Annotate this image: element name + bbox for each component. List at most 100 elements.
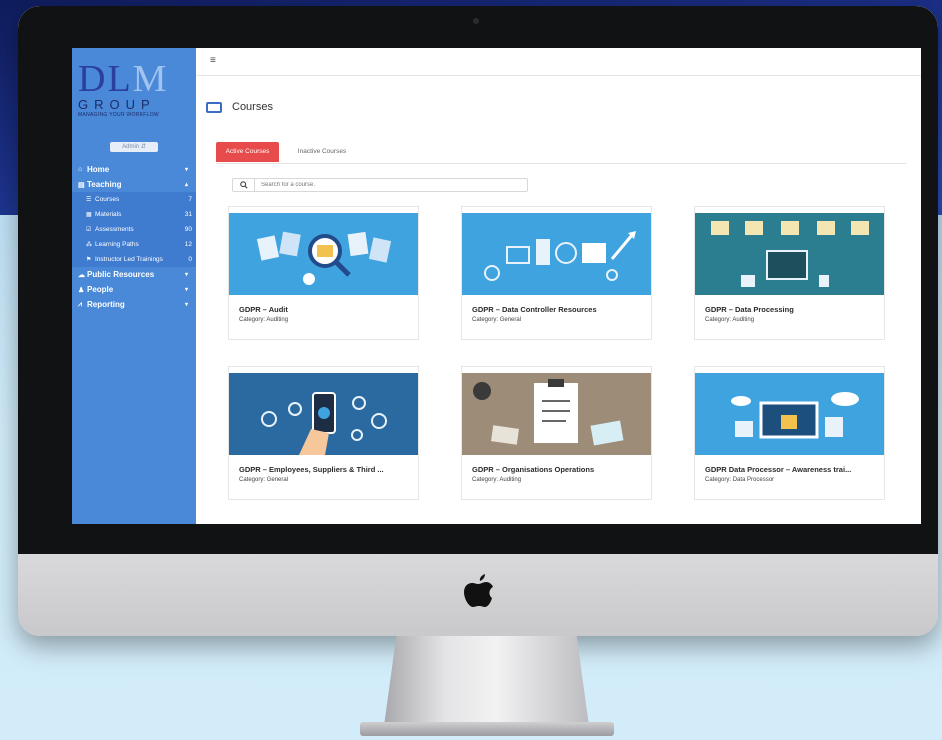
count-badge: 7 (188, 196, 192, 203)
course-name: GDPR Data Processor – Awareness trai... (705, 465, 852, 474)
course-category: Category: Auditing (239, 317, 288, 323)
page-header: Courses (206, 92, 906, 122)
category-prefix: Category: (472, 477, 499, 483)
chevron-down-icon: ▾ (184, 287, 188, 293)
count-badge: 90 (184, 226, 192, 233)
app-screen: DLM GROUP MANAGING YOUR WORKFLOW Admin ⇵… (72, 48, 921, 524)
category-prefix: Category: (705, 477, 732, 483)
category-value: General (266, 477, 289, 483)
course-name: GDPR – Organisations Operations (472, 465, 595, 474)
sidebar-subitem-label: Instructor Led Trainings (95, 256, 163, 263)
sidebar-subitem-label: Materials (95, 211, 122, 218)
logo-letters: DL (78, 58, 133, 100)
document-icon: ▦ (86, 212, 92, 218)
sidebar-subitem-label: Courses (95, 196, 120, 203)
category-value: Data Processor (732, 477, 775, 483)
logo-letter-m: M (132, 58, 169, 100)
sidebar-item-label: Public Resources (87, 270, 155, 279)
page-title: Courses (232, 101, 273, 113)
course-category: Category: Auditing (472, 477, 521, 483)
course-tabs: Active Courses Inactive Courses (216, 142, 906, 164)
course-thumbnail-audit (229, 213, 418, 295)
monitor-stand (384, 636, 589, 726)
sidebar-item-home[interactable]: ⌂ Home ▾ (72, 162, 196, 177)
tab-inactive-courses[interactable]: Inactive Courses (290, 142, 354, 162)
course-category: Category: General (472, 317, 521, 323)
course-name: GDPR – Data Controller Resources (472, 305, 597, 314)
course-category: Category: Auditing (705, 317, 754, 323)
search-box (232, 178, 528, 192)
chevron-down-icon: ▾ (184, 302, 188, 308)
courses-icon (206, 101, 222, 113)
apple-logo-icon (464, 574, 493, 607)
count-badge: 0 (188, 256, 192, 263)
category-prefix: Category: (705, 317, 732, 323)
book-icon: ▤ (78, 181, 85, 189)
logo-group: GROUP (78, 97, 156, 112)
hamburger-icon[interactable]: ≡ (210, 55, 216, 66)
category-value: Auditing (266, 317, 289, 323)
sidebar-subitem-label: Learning Paths (95, 241, 139, 248)
sidebar-subitem-label: Assessments (95, 226, 134, 233)
course-name: GDPR – Data Processing (705, 305, 794, 314)
course-name: GDPR – Employees, Suppliers & Third ... (239, 465, 384, 474)
sidebar-item-people[interactable]: ♟ People ▾ (72, 282, 196, 297)
sidebar-item-label: People (87, 285, 114, 294)
course-category: Category: Data Processor (705, 477, 774, 483)
category-value: Auditing (732, 317, 755, 323)
camera-dot (473, 18, 479, 24)
sidebar-subitem-courses[interactable]: ☰ Courses 7 (72, 192, 196, 207)
course-thumbnail-data-processor (695, 373, 884, 455)
search-button[interactable] (233, 179, 255, 191)
course-card[interactable]: GDPR – Data Controller Resources Categor… (461, 206, 652, 340)
course-thumbnail-operations (462, 373, 651, 455)
sidebar-subitem-materials[interactable]: ▦ Materials 31 (72, 207, 196, 222)
category-prefix: Category: (239, 317, 266, 323)
sidebar-subitem-instructor-led[interactable]: ⚑ Instructor Led Trainings 0 (72, 252, 196, 267)
category-prefix: Category: (472, 317, 499, 323)
category-prefix: Category: (239, 477, 266, 483)
chart-icon: ⩘ (78, 300, 82, 308)
person-icon: ♟ (78, 286, 85, 294)
cloud-icon: ☁ (78, 271, 85, 279)
category-value: Auditing (499, 477, 522, 483)
sidebar: DLM GROUP MANAGING YOUR WORKFLOW Admin ⇵… (72, 48, 196, 524)
sidebar-item-teaching[interactable]: ▤ Teaching ▴ (72, 177, 196, 192)
sidebar-item-reporting[interactable]: ⩘ Reporting ▾ (72, 297, 196, 312)
sidebar-subitem-assessments[interactable]: ☑ Assessments 90 (72, 222, 196, 237)
chevron-down-icon: ▾ (184, 272, 188, 278)
dlm-logo: DLM GROUP MANAGING YOUR WORKFLOW (78, 60, 190, 122)
chevron-down-icon: ▾ (184, 167, 188, 173)
role-select[interactable]: Admin ⇵ (110, 142, 158, 152)
top-bar: ≡ (196, 48, 921, 76)
course-card[interactable]: GDPR – Employees, Suppliers & Third ... … (228, 366, 419, 500)
course-card[interactable]: GDPR – Organisations Operations Category… (461, 366, 652, 500)
monitor-stand-base (360, 722, 614, 736)
course-thumbnail-data-processing (695, 213, 884, 295)
sidebar-item-label: Home (87, 165, 110, 174)
sidebar-nav: ⌂ Home ▾ ▤ Teaching ▴ ☰ Courses 7 ▦ Mate… (72, 162, 196, 312)
home-icon: ⌂ (78, 166, 83, 173)
course-name: GDPR – Audit (239, 305, 288, 314)
category-value: General (499, 317, 522, 323)
course-card[interactable]: GDPR – Audit Category: Auditing (228, 206, 419, 340)
path-icon: ⁂ (86, 242, 92, 248)
logo-tagline: MANAGING YOUR WORKFLOW (78, 112, 159, 118)
count-badge: 12 (184, 241, 192, 248)
sidebar-subitem-learning-paths[interactable]: ⁂ Learning Paths 12 (72, 237, 196, 252)
course-card[interactable]: GDPR Data Processor – Awareness trai... … (694, 366, 885, 500)
course-card[interactable]: GDPR – Data Processing Category: Auditin… (694, 206, 885, 340)
count-badge: 31 (184, 211, 192, 218)
chevron-up-icon: ▴ (184, 182, 188, 188)
sidebar-item-label: Teaching (87, 180, 122, 189)
list-icon: ☰ (86, 197, 92, 203)
checkbox-icon: ☑ (86, 227, 92, 233)
course-thumbnail-employees (229, 373, 418, 455)
tab-active-courses[interactable]: Active Courses (216, 142, 279, 162)
role-select-value: Admin (122, 144, 140, 150)
search-icon (239, 181, 248, 189)
sidebar-item-public-resources[interactable]: ☁ Public Resources ▾ (72, 267, 196, 282)
sidebar-item-label: Reporting (87, 300, 125, 309)
course-thumbnail-data-controller (462, 213, 651, 295)
search-input[interactable] (255, 179, 515, 191)
